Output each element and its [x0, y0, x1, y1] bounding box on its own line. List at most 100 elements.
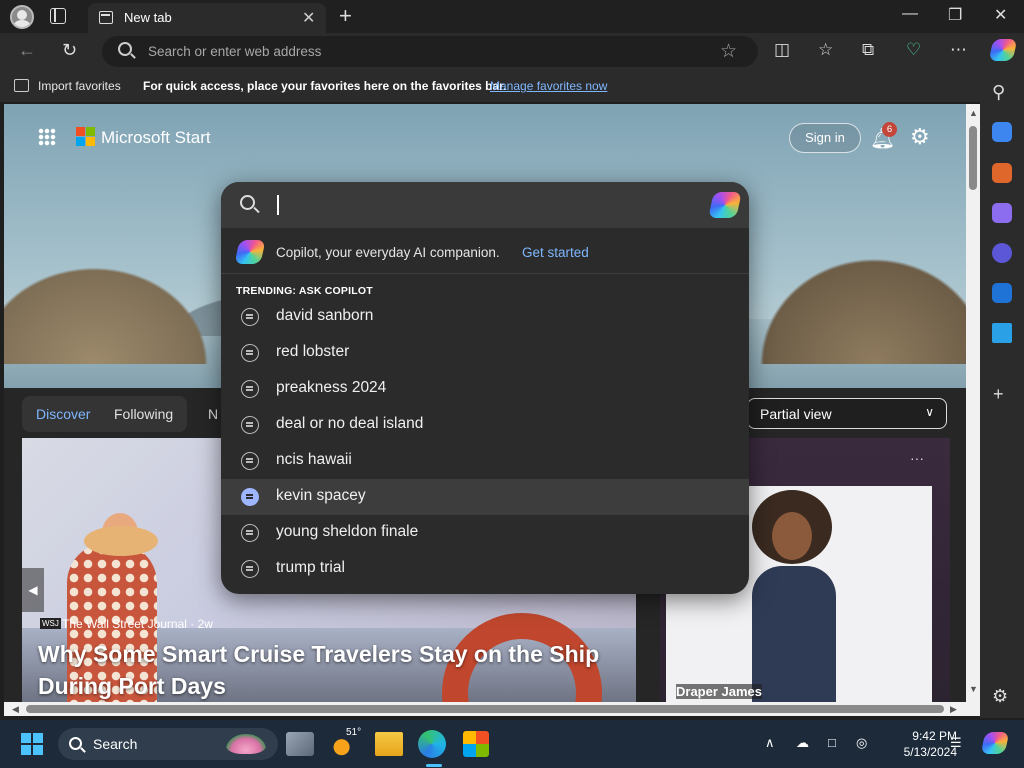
- browser-toolbar: ← ↻ Search or enter web address ☆ ◫ ☆ ⧉ …: [0, 33, 1024, 70]
- get-started-link[interactable]: Get started: [522, 245, 589, 260]
- favorites-icon[interactable]: ☆: [818, 40, 833, 60]
- sidebar-settings-icon[interactable]: ⚙: [992, 686, 1008, 707]
- view-mode-label: Partial view: [760, 406, 832, 422]
- brand-title: Microsoft Start: [101, 128, 211, 147]
- more-menu-icon[interactable]: ⋯: [950, 40, 967, 60]
- clock[interactable]: 9:42 PM 5/13/2024: [885, 728, 957, 760]
- copilot-sidebar-icon[interactable]: [992, 243, 1012, 263]
- news-source: The Wall Street Journal · 2w: [62, 617, 213, 631]
- address-bar[interactable]: Search or enter web address ☆: [102, 36, 758, 67]
- profile-avatar[interactable]: [10, 5, 34, 29]
- sidebar-search-icon[interactable]: ⚲: [992, 82, 1005, 103]
- horizontal-scrollbar[interactable]: ◀ ▶: [4, 702, 980, 716]
- suggestion-item[interactable]: david sanborn: [221, 299, 749, 335]
- copilot-promo: Copilot, your everyday AI companion. Get…: [221, 228, 749, 274]
- file-explorer-icon[interactable]: [375, 732, 403, 756]
- new-tab-button[interactable]: +: [339, 3, 352, 29]
- tab-discover[interactable]: Discover: [36, 406, 90, 422]
- background-hill: [744, 244, 966, 364]
- tab-following[interactable]: Following: [114, 406, 173, 422]
- suggestion-label: kevin spacey: [276, 487, 366, 504]
- minimize-button[interactable]: —: [902, 5, 918, 23]
- suggestion-label: preakness 2024: [276, 379, 387, 396]
- scroll-left-icon[interactable]: ◀: [12, 704, 19, 715]
- edge-taskbar-icon[interactable]: [418, 730, 446, 758]
- suggestion-item[interactable]: trump trial: [221, 551, 749, 587]
- more-options-icon[interactable]: ···: [910, 450, 924, 466]
- tab-new-tab[interactable]: New tab ✕: [88, 3, 326, 33]
- add-sidebar-app-icon[interactable]: +: [993, 384, 1004, 405]
- tab-actions-icon[interactable]: [50, 8, 66, 24]
- outlook-icon[interactable]: [992, 283, 1012, 303]
- taskbar-search[interactable]: Search: [58, 728, 278, 760]
- browser-essentials-icon[interactable]: ♡: [906, 40, 921, 60]
- suggestion-label: red lobster: [276, 343, 350, 360]
- add-favorite-icon[interactable]: ☆: [720, 40, 737, 63]
- split-screen-icon[interactable]: ◫: [774, 40, 790, 60]
- chat-bubble-icon: [241, 344, 259, 362]
- suggestion-item[interactable]: kevin spacey: [221, 479, 749, 515]
- search-icon: [240, 195, 255, 210]
- manage-favorites-link[interactable]: Manage favorites now: [490, 79, 607, 93]
- news-headline[interactable]: Why Some Smart Cruise Travelers Stay on …: [38, 638, 618, 702]
- scroll-up-icon[interactable]: ▲: [969, 108, 978, 118]
- horizontal-scroll-thumb[interactable]: [26, 705, 944, 713]
- close-button[interactable]: ✕: [994, 5, 1007, 25]
- task-view-icon[interactable]: [286, 732, 314, 756]
- copilot-icon[interactable]: [988, 39, 1018, 61]
- tab-partial[interactable]: N: [208, 406, 218, 422]
- suggestion-item[interactable]: deal or no deal island: [221, 407, 749, 443]
- copilot-taskbar-icon[interactable]: [980, 732, 1010, 754]
- clock-time: 9:42 PM: [912, 729, 957, 743]
- microsoft-logo-icon: [76, 127, 96, 147]
- collections-icon[interactable]: ⧉: [862, 40, 874, 60]
- chat-bubble-icon: [241, 488, 259, 506]
- taskbar-search-label: Search: [93, 736, 138, 752]
- weather-temp: 51°: [346, 727, 362, 738]
- restore-button[interactable]: ❐: [948, 5, 962, 25]
- sign-in-button[interactable]: Sign in: [789, 123, 861, 153]
- page-search-input[interactable]: [221, 182, 749, 228]
- suggestion-label: young sheldon finale: [276, 523, 419, 540]
- scroll-right-icon[interactable]: ▶: [950, 704, 957, 715]
- store-icon[interactable]: [463, 731, 489, 757]
- suggestion-label: david sanborn: [276, 307, 374, 324]
- chat-bubble-icon: [241, 560, 259, 578]
- refresh-icon[interactable]: ↻: [62, 40, 77, 61]
- import-favorites-button[interactable]: Import favorites: [38, 79, 121, 93]
- suggestion-label: deal or no deal island: [276, 415, 424, 432]
- show-hidden-icons[interactable]: ∧: [765, 735, 775, 751]
- scroll-down-icon[interactable]: ▼: [969, 684, 978, 694]
- suggestion-item[interactable]: young sheldon finale: [221, 515, 749, 551]
- shopping-icon[interactable]: [992, 122, 1012, 142]
- search-icon: [69, 737, 82, 750]
- ad-brand: Draper James: [676, 684, 762, 699]
- back-icon[interactable]: ←: [18, 40, 36, 61]
- notification-center-icon[interactable]: ☰: [950, 735, 962, 751]
- carousel-prev-button[interactable]: ◀: [22, 568, 44, 612]
- drop-icon[interactable]: [992, 323, 1012, 343]
- suggestion-item[interactable]: ncis hawaii: [221, 443, 749, 479]
- suggestion-item[interactable]: preakness 2024: [221, 371, 749, 407]
- tools-icon[interactable]: [992, 163, 1012, 183]
- edge-sidebar: ⚲ + ⚙: [980, 70, 1024, 718]
- cloud-offline-icon[interactable]: ☁: [796, 735, 809, 751]
- clock-date: 5/13/2024: [903, 745, 957, 759]
- games-icon[interactable]: [992, 203, 1012, 223]
- tab-close-icon[interactable]: ✕: [302, 8, 315, 28]
- display-icon[interactable]: □: [828, 735, 836, 750]
- chat-bubble-icon: [241, 452, 259, 470]
- page-settings-icon[interactable]: ⚙: [910, 124, 930, 150]
- apps-grid-icon[interactable]: [38, 128, 56, 146]
- view-mode-select[interactable]: Partial view ∨: [747, 398, 947, 429]
- copilot-icon: [234, 240, 266, 264]
- network-icon[interactable]: ◎: [856, 735, 867, 751]
- search-highlight-icon: [226, 734, 266, 754]
- start-button[interactable]: [21, 733, 43, 755]
- chat-bubble-icon: [241, 380, 259, 398]
- copilot-icon[interactable]: [708, 192, 742, 218]
- chat-bubble-icon: [241, 416, 259, 434]
- vertical-scrollbar[interactable]: ▲ ▼: [966, 104, 980, 702]
- suggestion-item[interactable]: red lobster: [221, 335, 749, 371]
- vertical-scroll-thumb[interactable]: [969, 126, 977, 190]
